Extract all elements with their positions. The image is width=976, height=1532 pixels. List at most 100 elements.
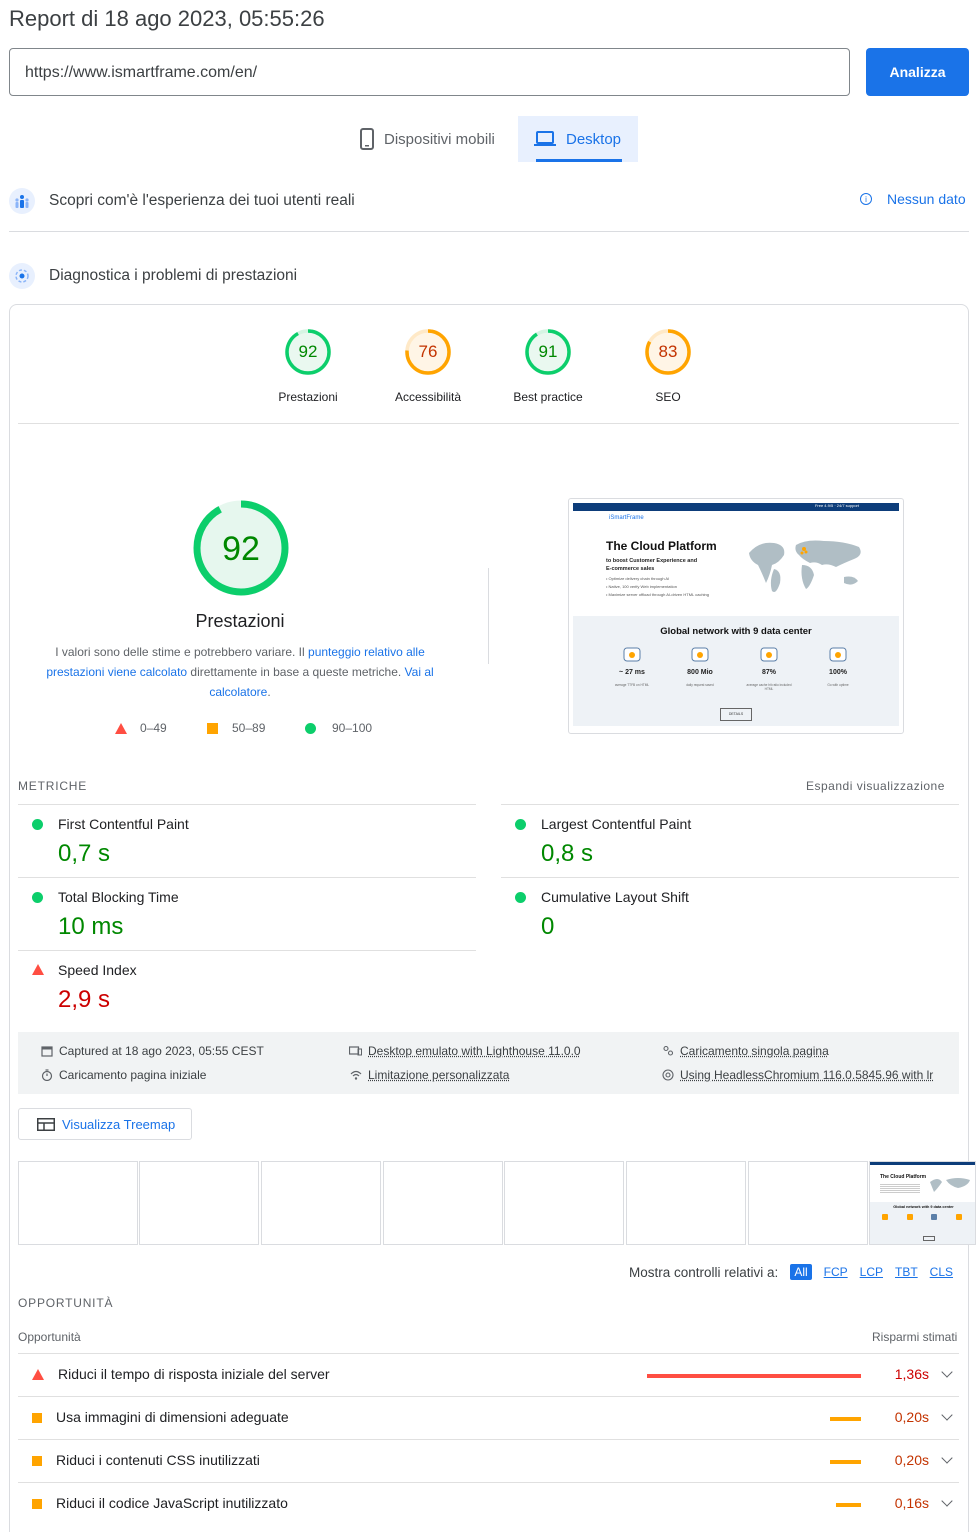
opportunity-row[interactable]: Riduci il tempo di risposta iniziale del…	[18, 1353, 959, 1396]
filmstrip-network-title: Global network with 9 data center	[870, 1205, 976, 1209]
browser-info[interactable]: Using HeadlessChromium 116.0.5845.96 wit…	[661, 1068, 933, 1082]
chevron-down-icon[interactable]	[941, 1366, 952, 1377]
filter-chip-all[interactable]: All	[790, 1264, 811, 1280]
bullet: • Native, 100 verify Web implementation	[606, 583, 709, 591]
metric-name: Largest Contentful Paint	[541, 816, 691, 832]
site-headline: The Cloud Platform	[606, 539, 717, 553]
filter-chip-fcp[interactable]: FCP	[824, 1265, 848, 1279]
legend-label: 50–89	[232, 721, 265, 735]
site-bullets: • Optimize delivery chain through AI • N…	[606, 575, 709, 599]
emulation-info[interactable]: Desktop emulato with Lighthouse 11.0.0	[349, 1044, 581, 1058]
network-title: Global network with 9 data center	[573, 626, 899, 637]
metrics-heading: METRICHE	[18, 779, 87, 793]
browser-text: Using HeadlessChromium 116.0.5845.96 wit…	[680, 1068, 933, 1082]
chevron-down-icon[interactable]	[941, 1452, 952, 1463]
site-stat-value: 100%	[808, 669, 868, 676]
desc-text: direttamente in base a queste metriche.	[187, 665, 404, 679]
legend-label: 0–49	[140, 721, 167, 735]
divider	[501, 877, 959, 878]
throttling-text: Limitazione personalizzata	[368, 1068, 509, 1082]
filmstrip-frame	[626, 1161, 746, 1245]
savings-value: 1,36s	[895, 1366, 929, 1382]
bullet: • Optimize delivery chain through AI	[606, 575, 709, 583]
chevron-down-icon[interactable]	[941, 1409, 952, 1420]
url-input[interactable]: https://www.ismartframe.com/en/	[9, 48, 850, 96]
treemap-icon	[37, 1118, 55, 1131]
bullet: • Maximize server offload through AI-dri…	[606, 591, 709, 599]
opportunity-row[interactable]: Usa immagini di dimensioni adeguate 0,20s	[18, 1396, 959, 1439]
people-icon	[661, 1045, 674, 1058]
expand-view-toggle[interactable]: Espandi visualizzazione	[806, 779, 945, 793]
lab-data-label: Diagnostica i problemi di prestazioni	[49, 267, 297, 285]
captured-info: Captured at 18 ago 2023, 05:55 CEST	[40, 1044, 264, 1058]
site-stat-value: 800 Mio	[670, 669, 730, 676]
filmstrip-frame: The Cloud Platform Global network with 9 …	[869, 1161, 976, 1245]
savings-value: 0,20s	[895, 1452, 929, 1468]
metric-name: Speed Index	[58, 962, 137, 978]
analyze-button[interactable]: Analizza	[866, 48, 969, 96]
filter-chip-cls[interactable]: CLS	[930, 1265, 953, 1279]
divider	[18, 804, 476, 805]
filmstrip-frame	[748, 1161, 868, 1245]
legend-poor: 0–49	[115, 721, 167, 735]
shield-icon	[829, 647, 847, 663]
filmstrip-frame	[504, 1161, 624, 1245]
site-stat-caption: Go with uptime	[813, 683, 863, 687]
diagnostics-icon	[9, 263, 35, 289]
site-stat-caption: average cache hit ratio included HTML	[744, 683, 794, 691]
field-data-label: Scopri com'è l'esperienza dei tuoi utent…	[49, 192, 355, 210]
filmstrip-frame	[261, 1161, 381, 1245]
devices-icon	[349, 1045, 362, 1058]
pass-circle-icon	[32, 892, 43, 903]
filmstrip-frame	[383, 1161, 503, 1245]
no-data-status[interactable]: i Nessun dato	[860, 191, 966, 207]
pass-circle-icon	[305, 723, 316, 734]
pass-circle-icon	[32, 819, 43, 830]
opportunity-row[interactable]: Riduci il codice JavaScript inutilizzato…	[18, 1482, 959, 1525]
subheadline-line: E-commerce sales	[606, 565, 697, 573]
emulation-text: Desktop emulato with Lighthouse 11.0.0	[368, 1044, 581, 1058]
performance-label: Prestazioni	[140, 611, 340, 632]
site-details-button: DETAILS	[720, 708, 752, 721]
final-screenshot[interactable]: Free 4.9/5 · 24/7 support iSmartFrame Th…	[568, 498, 904, 734]
tab-desktop[interactable]: Desktop	[518, 116, 638, 162]
performance-gauge: 92	[192, 499, 290, 597]
legend-label: 90–100	[332, 721, 372, 735]
savings-bar	[830, 1460, 861, 1464]
filter-chip-tbt[interactable]: TBT	[895, 1265, 918, 1279]
throttling-info[interactable]: Limitazione personalizzata	[349, 1068, 509, 1082]
pass-circle-icon	[515, 892, 526, 903]
tab-mobile-label: Dispositivi mobili	[384, 131, 495, 148]
topbar-text: Free 4.9/5 · 24/7 support	[815, 503, 859, 508]
fail-triangle-icon	[115, 723, 127, 734]
category-label: Prestazioni	[248, 390, 368, 404]
view-treemap-button[interactable]: Visualizza Treemap	[18, 1108, 192, 1140]
savings-column-header: Risparmi stimati	[872, 1330, 957, 1344]
opportunity-title: Riduci il codice JavaScript inutilizzato	[56, 1495, 288, 1511]
metric-name: Cumulative Layout Shift	[541, 889, 689, 905]
average-square-icon	[32, 1499, 42, 1509]
single-load-info[interactable]: Caricamento singola pagina	[661, 1044, 829, 1058]
category-score: 91	[524, 328, 572, 376]
active-tab-indicator	[536, 159, 622, 162]
average-square-icon	[207, 723, 218, 734]
metric-value: 0,8 s	[541, 840, 593, 868]
lab-data-header[interactable]: Diagnostica i problemi di prestazioni	[9, 263, 297, 289]
chevron-down-icon[interactable]	[941, 1495, 952, 1506]
desc-text: I valori sono delle stime e potrebbero v…	[55, 645, 308, 659]
category-label: Best practice	[488, 390, 608, 404]
site-logo: iSmartFrame	[609, 515, 644, 521]
opportunity-row[interactable]: Riduci i contenuti CSS inutilizzati 0,20s	[18, 1439, 959, 1482]
filter-label: Mostra controlli relativi a:	[629, 1265, 778, 1280]
world-map-image	[744, 533, 869, 598]
subheadline-line: to boost Customer Experience and	[606, 557, 697, 565]
tab-mobile[interactable]: Dispositivi mobili	[354, 116, 514, 162]
filter-chip-lcp[interactable]: LCP	[860, 1265, 883, 1279]
timer-icon	[40, 1069, 53, 1082]
savings-bar	[830, 1417, 861, 1421]
pass-circle-icon	[515, 819, 526, 830]
category-score: 83	[644, 328, 692, 376]
performance-score: 92	[222, 530, 260, 568]
field-data-header[interactable]: Scopri com'è l'esperienza dei tuoi utent…	[9, 188, 355, 214]
average-square-icon	[32, 1413, 42, 1423]
